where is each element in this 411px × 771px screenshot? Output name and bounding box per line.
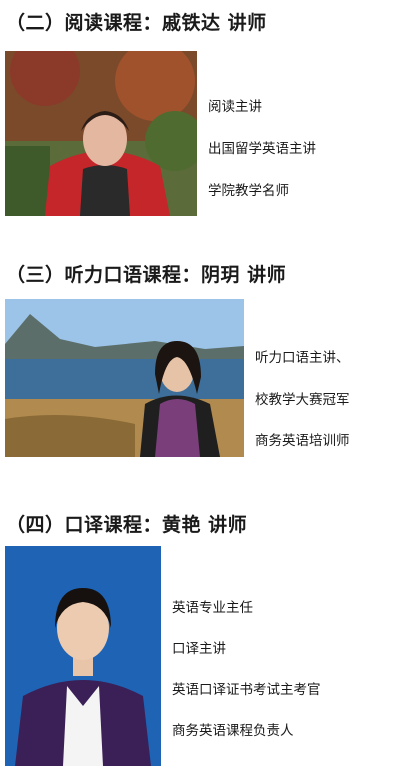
caption-line: 英语口译证书考试主考官 (172, 682, 321, 698)
instructor-photo-reading (5, 51, 197, 216)
caption-line: 口译主讲 (172, 641, 226, 657)
caption-line: 校教学大赛冠军 (255, 392, 350, 408)
caption-line: 英语专业主任 (172, 600, 253, 616)
caption-line: 阅读主讲 (208, 99, 262, 115)
caption-line: 商务英语课程负责人 (172, 723, 294, 739)
section-heading-listening: （三）听力口语课程：阴玥 讲师 (6, 264, 287, 286)
caption-line: 学院教学名师 (208, 183, 289, 199)
caption-line: 出国留学英语主讲 (208, 141, 316, 157)
instructor-photo-interpreting (5, 546, 161, 766)
section-heading-reading: （二）阅读课程：戚铁达 讲师 (6, 12, 267, 34)
section-heading-interpreting: （四）口译课程：黄艳 讲师 (6, 514, 248, 536)
instructor-photo-listening (5, 299, 244, 457)
caption-line: 商务英语培训师 (255, 433, 350, 449)
caption-line: 听力口语主讲、 (255, 350, 350, 366)
